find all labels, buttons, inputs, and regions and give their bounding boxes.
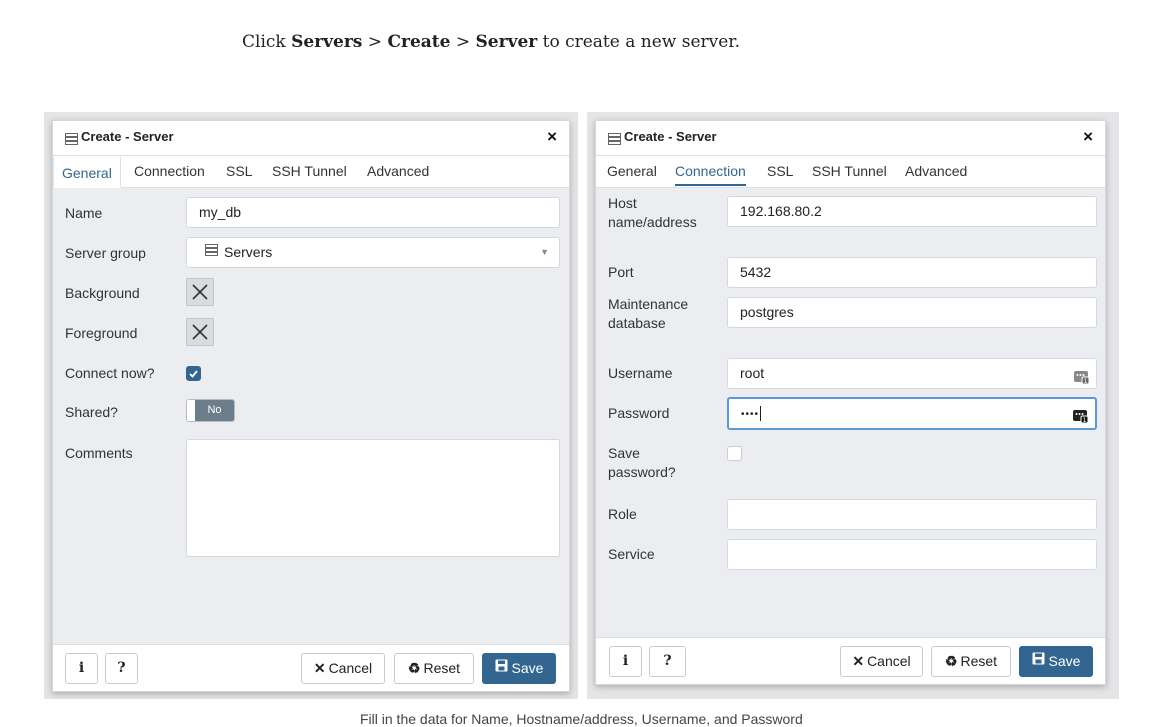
- text-cursor: [760, 405, 762, 421]
- reset-button[interactable]: ♻ Reset: [931, 646, 1011, 677]
- shared-toggle[interactable]: No: [186, 399, 235, 422]
- save-password-checkbox[interactable]: [727, 446, 742, 461]
- username-input[interactable]: root 1: [727, 358, 1097, 389]
- username-label: Username: [608, 365, 673, 381]
- x-icon: [192, 284, 208, 300]
- svg-text:1: 1: [1083, 417, 1087, 424]
- tab-bar: General Connection SSL SSH Tunnel Advanc…: [53, 156, 569, 188]
- save-button[interactable]: Save: [1019, 646, 1093, 677]
- right-screenshot: Create - Server × General Connection SSL…: [587, 112, 1119, 699]
- tab-ssl[interactable]: SSL: [226, 156, 252, 186]
- dialog-body: Host name/address 192.168.80.2 Port 5432 …: [596, 188, 1105, 638]
- dialog-body: Name my_db Server group Servers ▼ Backgr…: [53, 188, 569, 645]
- chevron-down-icon: ▼: [540, 247, 549, 257]
- close-icon: ✕: [852, 653, 865, 669]
- name-input[interactable]: my_db: [186, 197, 560, 228]
- connect-now-checkbox[interactable]: [186, 366, 201, 381]
- reset-button[interactable]: ♻ Reset: [394, 653, 474, 684]
- dialog-titlebar[interactable]: Create - Server ×: [596, 121, 1105, 156]
- recycle-icon: ♻: [407, 660, 421, 676]
- comments-label: Comments: [65, 445, 133, 461]
- foreground-label: Foreground: [65, 325, 138, 341]
- dialog-titlebar[interactable]: Create - Server ×: [53, 121, 569, 156]
- left-screenshot: Create - Server × General Connection SSL…: [44, 112, 578, 699]
- check-icon: [189, 370, 198, 378]
- info-button[interactable]: i: [609, 646, 642, 677]
- close-icon[interactable]: ×: [1083, 127, 1093, 147]
- tab-connection[interactable]: Connection: [675, 156, 746, 186]
- background-label: Background: [65, 285, 140, 301]
- x-icon: [192, 324, 208, 340]
- svg-text:1: 1: [1084, 378, 1088, 385]
- close-icon[interactable]: ×: [547, 127, 557, 147]
- dialog-footer: i ? ✕ Cancel ♻ Reset Save: [53, 644, 569, 691]
- floppy-icon: [1032, 646, 1045, 675]
- create-server-dialog-connection: Create - Server × General Connection SSL…: [595, 120, 1106, 685]
- connect-now-label: Connect now?: [65, 365, 155, 381]
- comments-textarea[interactable]: [186, 439, 560, 557]
- cancel-button[interactable]: ✕ Cancel: [301, 653, 385, 684]
- password-label: Password: [608, 405, 670, 421]
- create-menu-ref: Create: [387, 32, 451, 52]
- info-button[interactable]: i: [65, 653, 98, 684]
- server-menu-ref: Server: [475, 32, 538, 52]
- dialog-footer: i ? ✕ Cancel ♻ Reset Save: [596, 637, 1105, 684]
- service-input[interactable]: [727, 539, 1097, 570]
- host-label: Host name/address: [608, 195, 697, 230]
- tab-connection[interactable]: Connection: [134, 156, 205, 186]
- password-input[interactable]: •••• 1: [727, 397, 1097, 430]
- server-group-icon: [205, 237, 218, 266]
- role-input[interactable]: [727, 499, 1097, 530]
- create-server-dialog-general: Create - Server × General Connection SSL…: [52, 120, 570, 692]
- server-group-select[interactable]: Servers ▼: [186, 237, 560, 268]
- close-icon: ✕: [313, 660, 326, 676]
- host-input[interactable]: 192.168.80.2: [727, 196, 1097, 227]
- tab-advanced[interactable]: Advanced: [367, 156, 429, 186]
- port-input[interactable]: 5432: [727, 257, 1097, 288]
- background-color-picker[interactable]: [186, 278, 214, 306]
- floppy-icon: [495, 653, 508, 682]
- tab-ssl[interactable]: SSL: [767, 156, 793, 186]
- cancel-button[interactable]: ✕ Cancel: [840, 646, 923, 677]
- maintenance-db-input[interactable]: postgres: [727, 297, 1097, 328]
- tab-general[interactable]: General: [607, 156, 657, 186]
- save-password-label: Save password?: [608, 445, 676, 480]
- intro-text: Click Servers > Create > Server to creat…: [242, 32, 740, 52]
- password-manager-icon: 1: [1073, 406, 1089, 433]
- server-group-label: Server group: [65, 245, 146, 261]
- servers-menu-ref: Servers: [291, 32, 363, 52]
- tab-ssh-tunnel[interactable]: SSH Tunnel: [272, 156, 347, 186]
- port-label: Port: [608, 264, 634, 280]
- tab-ssh-tunnel[interactable]: SSH Tunnel: [812, 156, 887, 186]
- help-button[interactable]: ?: [649, 646, 686, 677]
- toggle-state: No: [195, 400, 234, 421]
- server-group-value: Servers: [224, 244, 273, 260]
- help-button[interactable]: ?: [105, 653, 138, 684]
- server-icon: [65, 132, 78, 150]
- server-icon: [608, 132, 621, 150]
- name-label: Name: [65, 205, 103, 221]
- save-button[interactable]: Save: [482, 653, 556, 684]
- recycle-icon: ♻: [944, 653, 958, 669]
- figure-caption: Fill in the data for Name, Hostname/addr…: [360, 711, 803, 727]
- role-label: Role: [608, 506, 637, 522]
- dialog-title: Create - Server: [81, 129, 174, 144]
- tab-general[interactable]: General: [53, 156, 121, 188]
- shared-label: Shared?: [65, 404, 118, 420]
- tab-bar: General Connection SSL SSH Tunnel Advanc…: [596, 156, 1105, 188]
- password-manager-icon: 1: [1074, 366, 1090, 395]
- maintenance-db-label: Maintenance database: [608, 296, 689, 331]
- foreground-color-picker[interactable]: [186, 318, 214, 346]
- dialog-title: Create - Server: [624, 129, 717, 144]
- tab-advanced[interactable]: Advanced: [905, 156, 967, 186]
- service-label: Service: [608, 546, 655, 562]
